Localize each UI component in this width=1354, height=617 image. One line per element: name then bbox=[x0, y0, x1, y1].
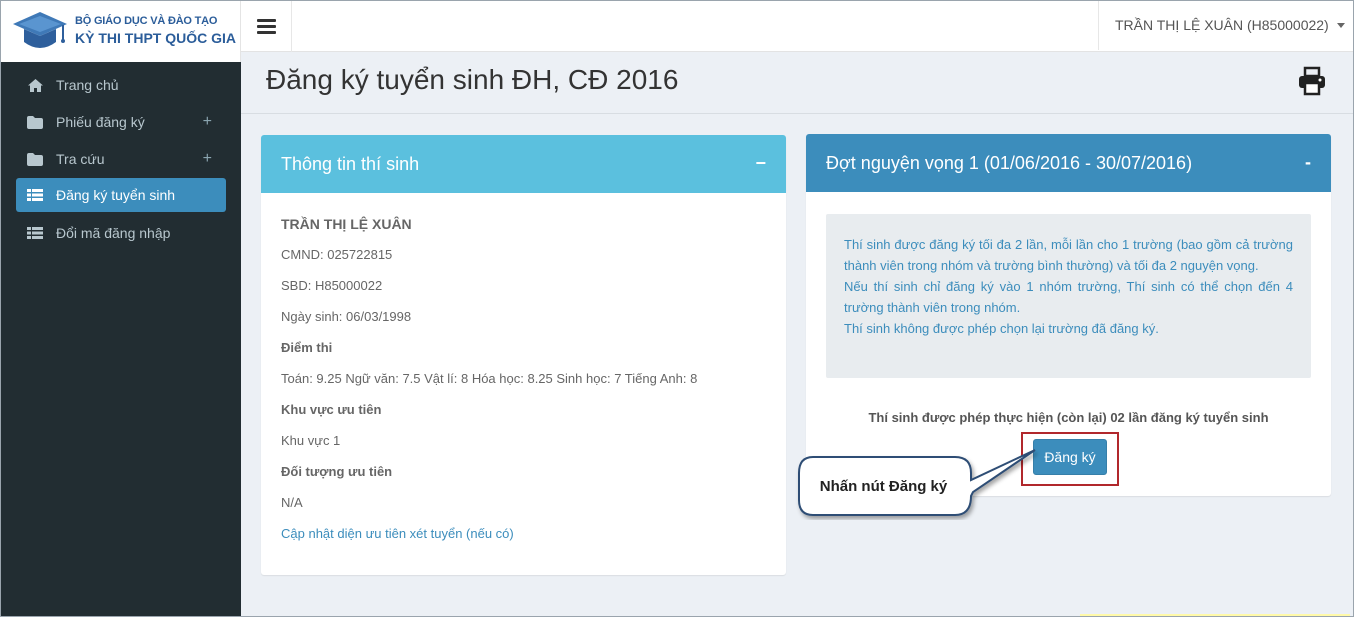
sidebar-item-registration-form[interactable]: Phiếu đăng ký + bbox=[16, 105, 226, 139]
panel-header: Thông tin thí sinh − bbox=[261, 135, 786, 193]
candidate-id-card: CMND: 025722815 bbox=[281, 247, 393, 262]
notice-line: Nếu thí sinh chỉ đăng ký vào 1 nhóm trườ… bbox=[844, 279, 1293, 315]
user-name: TRẦN THỊ LỆ XUÂN (H85000022) bbox=[1115, 17, 1329, 33]
panel-header: Đợt nguyện vọng 1 (01/06/2016 - 30/07/20… bbox=[806, 134, 1331, 192]
plus-icon[interactable]: + bbox=[203, 150, 212, 168]
sidebar-item-admission-registration[interactable]: Đăng ký tuyển sinh bbox=[16, 178, 226, 212]
brand-ministry: BỘ GIÁO DỤC VÀ ĐÀO TẠO bbox=[75, 15, 218, 27]
sidebar-item-lookup[interactable]: Tra cứu + bbox=[16, 142, 226, 176]
hamburger-icon bbox=[256, 16, 276, 37]
list-icon bbox=[26, 187, 44, 203]
collapse-button[interactable]: - bbox=[1305, 152, 1311, 173]
sidebar-item-label: Đăng ký tuyển sinh bbox=[56, 187, 176, 203]
scores-value: Toán: 9.25 Ngữ văn: 7.5 Vật lí: 8 Hóa họ… bbox=[281, 371, 698, 386]
sidebar-item-label: Phiếu đăng ký bbox=[56, 114, 145, 130]
brand-exam: KỲ THI THPT QUỐC GIA bbox=[75, 30, 236, 47]
home-icon bbox=[26, 77, 44, 93]
candidate-name: TRẦN THỊ LỆ XUÂN bbox=[281, 216, 412, 232]
priority-group-value: N/A bbox=[281, 495, 303, 510]
remaining-attempts: Thí sinh được phép thực hiện (còn lại) 0… bbox=[868, 410, 1269, 425]
sidebar-item-home[interactable]: Trang chủ bbox=[16, 68, 226, 102]
plus-icon[interactable]: + bbox=[203, 113, 212, 131]
candidate-dob: Ngày sinh: 06/03/1998 bbox=[281, 309, 412, 324]
panel-title: Đợt nguyện vọng 1 (01/06/2016 - 30/07/20… bbox=[826, 152, 1193, 173]
notice-line: Thí sinh được đăng ký tối đa 2 lần, mỗi … bbox=[844, 237, 1293, 273]
panel-title: Thông tin thí sinh bbox=[281, 153, 420, 174]
candidate-exam-number: SBD: H85000022 bbox=[281, 278, 383, 293]
caret-down-icon bbox=[1336, 22, 1345, 28]
update-priority-link[interactable]: Cập nhật diện ưu tiên xét tuyển (nếu có) bbox=[281, 526, 514, 541]
sidebar-item-change-login-code[interactable]: Đổi mã đăng nhập bbox=[16, 216, 226, 250]
priority-region-value: Khu vực 1 bbox=[281, 433, 341, 448]
sidebar-toggle-button[interactable] bbox=[241, 0, 292, 52]
scores-label: Điểm thi bbox=[281, 340, 333, 355]
registration-notice: Thí sinh được đăng ký tối đa 2 lần, mỗi … bbox=[826, 214, 1311, 378]
notice-line: Thí sinh không được phép chọn lại trường… bbox=[844, 321, 1159, 336]
candidate-info-panel: Thông tin thí sinh − TRẦN THỊ LỆ XUÂN CM… bbox=[261, 135, 786, 575]
priority-region-label: Khu vực ưu tiên bbox=[281, 402, 382, 417]
top-navbar: TRẦN THỊ LỆ XUÂN (H85000022) bbox=[241, 0, 1354, 52]
sidebar-item-label: Trang chủ bbox=[56, 77, 119, 93]
sidebar: Trang chủ Phiếu đăng ký + Tra cứu + Đăng… bbox=[0, 62, 241, 617]
folder-icon bbox=[26, 151, 44, 167]
list-icon bbox=[26, 225, 44, 241]
brand[interactable]: BỘ GIÁO DỤC VÀ ĐÀO TẠO KỲ THI THPT QUỐC … bbox=[0, 0, 241, 62]
callout-text: Nhấn nút Đăng ký bbox=[819, 477, 948, 495]
sidebar-item-label: Đổi mã đăng nhập bbox=[56, 225, 171, 241]
priority-group-label: Đối tượng ưu tiên bbox=[281, 464, 393, 479]
decorative-line bbox=[1080, 614, 1350, 616]
print-icon[interactable] bbox=[1297, 66, 1327, 96]
candidate-info: TRẦN THỊ LỆ XUÂN CMND: 025722815 SBD: H8… bbox=[261, 193, 786, 556]
sidebar-item-label: Tra cứu bbox=[56, 151, 105, 167]
folder-icon bbox=[26, 114, 44, 130]
page-title: Đăng ký tuyển sinh ĐH, CĐ 2016 bbox=[266, 64, 679, 95]
collapse-button[interactable]: − bbox=[755, 153, 766, 174]
user-menu[interactable]: TRẦN THỊ LỆ XUÂN (H85000022) bbox=[1098, 0, 1354, 50]
header-divider bbox=[241, 113, 1354, 114]
graduation-cap-logo-icon bbox=[13, 12, 67, 48]
